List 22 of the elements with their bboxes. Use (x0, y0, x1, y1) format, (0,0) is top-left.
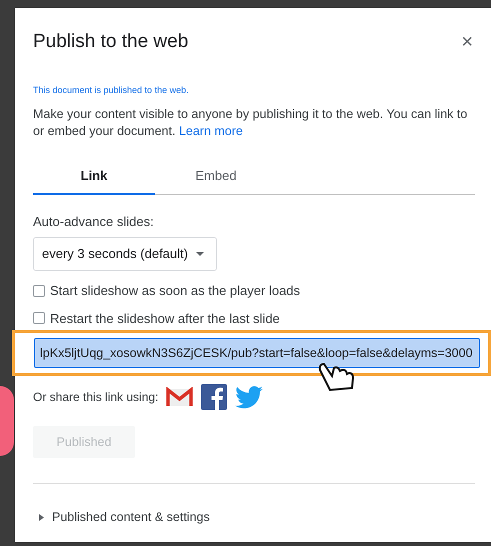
learn-more-link[interactable]: Learn more (178, 124, 243, 138)
dialog-title: Publish to the web (33, 30, 188, 54)
link-field[interactable]: lpKx5ljtUqg_xosowkN3S6ZjCESK/pub?start=false&loop=false&delayms=3000 (34, 338, 480, 368)
caret-icon (196, 252, 204, 256)
tab[interactable]: Link (33, 166, 155, 194)
settings-expander[interactable]: Published content & settings (39, 508, 210, 527)
hand-cursor-icon (316, 362, 356, 392)
facebook-icon[interactable] (201, 384, 228, 410)
finger-drawing (0, 386, 14, 456)
auto-advance-label: Auto-advance slides: (33, 212, 155, 230)
checkbox-label: Start slideshow as soon as the player loads (50, 282, 300, 300)
checkbox[interactable] (33, 312, 45, 324)
close-button[interactable]: × (461, 32, 473, 52)
publish-status: This document is published to the web. (33, 84, 190, 97)
interval-dropdown[interactable]: every 3 seconds (default) (33, 237, 217, 271)
share-label: Or share this link using: (33, 389, 158, 406)
description: Make your content visible to anyone by publishing it to the web. You can link to or embed your document. Learn more (33, 106, 468, 140)
checkbox-label: Restart the slideshow after the last slide (50, 310, 280, 328)
tab[interactable]: Embed (155, 166, 277, 194)
bird-icon[interactable] (235, 386, 264, 408)
mail-icon[interactable] (166, 387, 194, 407)
checkbox[interactable] (33, 284, 45, 297)
